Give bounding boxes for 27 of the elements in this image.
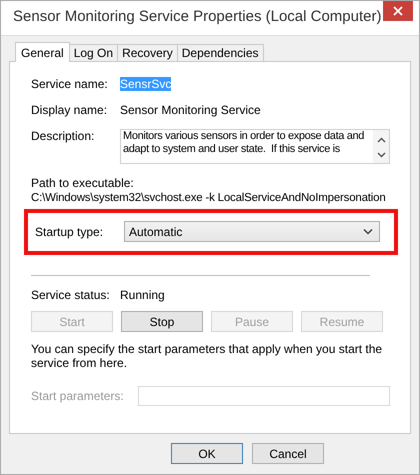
field-label: Description:: [31, 129, 96, 143]
dialog-button[interactable]: Cancel: [252, 443, 324, 464]
field-label: Path to executable:: [31, 176, 135, 190]
field-label: Service status:: [31, 288, 111, 302]
field-label: Startup type:: [35, 224, 104, 238]
status-value: Running: [120, 288, 165, 302]
tab[interactable]: Recovery: [117, 44, 178, 61]
description-box[interactable]: Monitors various sensors in order to expose data and adapt to system and user state. If this service is: [120, 129, 390, 164]
tab[interactable]: General: [15, 42, 70, 62]
hint-text: You can specify the start parameters that apply when you start the service from here.: [31, 342, 384, 370]
field-label: Display name:: [31, 103, 108, 117]
service-button[interactable]: Stop: [121, 311, 203, 332]
field-label: Service name:: [31, 77, 109, 91]
scroll-down-icon: [376, 152, 386, 158]
tab[interactable]: Log On: [68, 44, 118, 61]
window-title: Sensor Monitoring Service Properties (Local Computer): [12, 7, 382, 25]
startup-type-dropdown[interactable]: Automatic: [124, 221, 380, 242]
close-button[interactable]: [383, 1, 413, 21]
field-label: Start parameters:: [31, 389, 125, 403]
scroll-up-icon: [376, 137, 386, 143]
path-value: C:\Windows\system32\svchost.exe -k LocalServiceAndNoImpersonation: [31, 192, 387, 204]
close-icon: [393, 6, 403, 16]
dialog-button[interactable]: OK: [171, 443, 243, 464]
tab[interactable]: Dependencies: [176, 44, 264, 61]
caret-icon: [363, 228, 373, 235]
display-name-value: Sensor Monitoring Service: [120, 103, 261, 117]
scrollbar[interactable]: [373, 130, 389, 163]
